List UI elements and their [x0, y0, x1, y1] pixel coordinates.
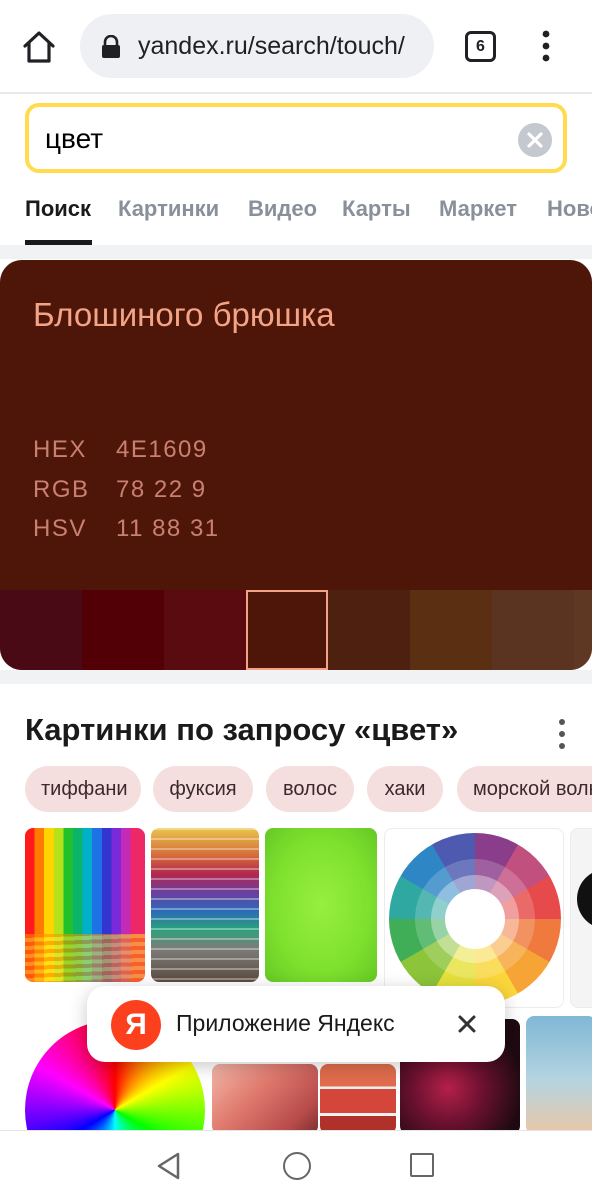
- system-nav-bar: [0, 1130, 592, 1200]
- url-text: yandex.ru/search/touch/: [138, 32, 405, 60]
- tab-news[interactable]: Новости: [547, 196, 592, 222]
- home-icon[interactable]: [20, 28, 58, 66]
- search-box: [25, 103, 567, 173]
- color-swatch[interactable]: [328, 590, 410, 670]
- section-gap: [0, 245, 592, 259]
- address-bar[interactable]: yandex.ru/search/touch/: [80, 14, 434, 78]
- recent-apps-icon[interactable]: [410, 1153, 434, 1177]
- hex-value: 4E1609: [116, 436, 208, 463]
- color-swatch[interactable]: [0, 590, 82, 670]
- app-promo-text: Приложение Яндекс: [176, 1010, 395, 1036]
- color-wheel-image: [389, 833, 561, 1005]
- toolbar-divider: [0, 92, 592, 94]
- home-nav-icon[interactable]: [283, 1152, 311, 1180]
- tab-images[interactable]: Картинки: [118, 196, 219, 222]
- images-title[interactable]: Картинки по запросу «цвет»: [25, 712, 458, 748]
- color-swatch[interactable]: [574, 590, 592, 670]
- image-thumbnail[interactable]: [265, 828, 377, 982]
- close-icon[interactable]: [455, 1012, 479, 1036]
- chip-khaki[interactable]: хаки: [367, 766, 443, 812]
- tab-maps[interactable]: Карты: [342, 196, 411, 222]
- search-input[interactable]: [45, 119, 485, 159]
- hex-label: HEX: [33, 436, 87, 463]
- tab-video[interactable]: Видео: [248, 196, 317, 222]
- more-vert-icon[interactable]: [532, 26, 560, 66]
- browser-toolbar: yandex.ru/search/touch/ 6: [0, 0, 592, 92]
- rgb-label: RGB: [33, 476, 90, 503]
- image-thumbnail[interactable]: [570, 828, 592, 1008]
- chip-fuchsia[interactable]: фуксия: [153, 766, 253, 812]
- service-tabs: Поиск Картинки Видео Карты Маркет Новост…: [0, 180, 592, 246]
- tab-search[interactable]: Поиск: [25, 196, 91, 222]
- clear-icon[interactable]: [518, 123, 552, 157]
- yandex-logo-icon: Я: [111, 1000, 161, 1050]
- section-gap: [0, 670, 592, 684]
- hsv-label: HSV: [33, 515, 87, 542]
- color-swatches: [0, 590, 592, 670]
- hsv-value: 11 88 31: [116, 515, 220, 542]
- chip-hair[interactable]: волос: [266, 766, 354, 812]
- more-vert-icon[interactable]: [552, 716, 572, 752]
- color-swatch[interactable]: [164, 590, 246, 670]
- app-promo-banner[interactable]: Я Приложение Яндекс: [87, 986, 505, 1062]
- image-thumbnail[interactable]: [212, 1064, 318, 1130]
- chip-sea-green[interactable]: морской волны: [457, 766, 592, 812]
- back-icon[interactable]: [155, 1151, 183, 1181]
- color-swatch[interactable]: [410, 590, 492, 670]
- tab-market[interactable]: Маркет: [439, 196, 517, 222]
- color-name: Блошиного брюшка: [33, 296, 335, 333]
- hex-row[interactable]: HEX 4E1609: [33, 436, 208, 464]
- lock-icon: [102, 35, 120, 58]
- color-card: Блошиного брюшка HEX 4E1609 RGB 78 22 9 HS…: [0, 260, 592, 670]
- tab-switcher-button[interactable]: 6: [465, 31, 496, 62]
- hsv-row[interactable]: HSV 11 88 31: [33, 515, 220, 543]
- image-thumbnail[interactable]: [384, 828, 564, 1008]
- color-swatch[interactable]: [82, 590, 164, 670]
- color-swatch[interactable]: [492, 590, 574, 670]
- rgb-row[interactable]: RGB 78 22 9: [33, 476, 207, 504]
- image-thumbnail[interactable]: [25, 828, 145, 982]
- image-thumbnail[interactable]: [526, 1016, 592, 1130]
- image-thumbnail[interactable]: [151, 828, 259, 982]
- color-swatch-selected[interactable]: [246, 590, 328, 670]
- rgb-value: 78 22 9: [116, 476, 207, 503]
- images-block: Картинки по запросу «цвет» тиффани фукси…: [0, 684, 592, 1130]
- image-thumbnail[interactable]: [320, 1064, 396, 1130]
- chip-tiffany[interactable]: тиффани: [25, 766, 141, 812]
